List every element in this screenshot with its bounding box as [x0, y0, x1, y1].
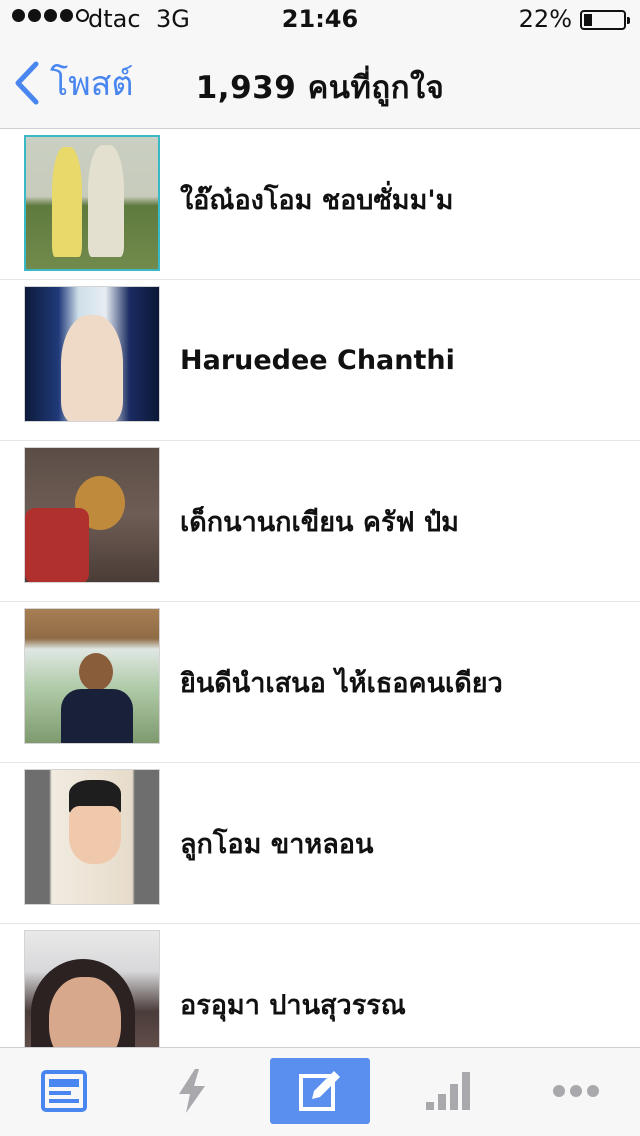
avatar-figure	[79, 653, 113, 691]
tab-bar	[0, 1047, 640, 1136]
avatar	[24, 447, 160, 583]
list-item[interactable]: เด็กนานกเขียน ครัฟ ป๋ม	[0, 441, 640, 602]
stats-bars-icon	[426, 1072, 470, 1110]
lightning-icon	[179, 1069, 205, 1113]
avatar-figure	[52, 147, 82, 257]
likers-list: ใอ๊ณ๋องโอม ชอบซั่มม'ม Haruedee Chanthi เ…	[0, 129, 640, 1047]
tab-stats[interactable]	[398, 1058, 498, 1124]
avatar	[24, 286, 160, 422]
avatar	[24, 769, 160, 905]
news-feed-icon	[41, 1070, 87, 1112]
battery-percent: 22%	[518, 5, 572, 33]
battery-fill	[584, 14, 592, 26]
avatar-figure	[61, 689, 133, 743]
person-name: อรอุมา ปานสุวรรณ	[180, 989, 406, 1021]
list-item[interactable]: Haruedee Chanthi	[0, 280, 640, 441]
person-name: ยินดีนำเสนอ ไห้เธอคนเดียว	[180, 667, 503, 699]
tab-activity[interactable]	[142, 1058, 242, 1124]
more-dots-icon	[553, 1085, 599, 1097]
list-item[interactable]: ใอ๊ณ๋องโอม ชอบซั่มม'ม	[0, 129, 640, 280]
status-bar: dtac 3G 21:46 22%	[0, 0, 640, 40]
tab-more[interactable]	[526, 1058, 626, 1124]
person-name: ใอ๊ณ๋องโอม ชอบซั่มม'ม	[180, 184, 454, 216]
battery-icon	[580, 10, 630, 30]
navigation-bar: โพสต์ 1,939 คนที่ถูกใจ	[0, 40, 640, 128]
page-title: 1,939 คนที่ถูกใจ	[195, 70, 445, 106]
list-item[interactable]: ลูกโอม ขาหลอน	[0, 763, 640, 924]
avatar-figure	[69, 806, 121, 864]
avatar-figure	[61, 315, 123, 421]
avatar	[24, 930, 160, 1047]
person-name: ลูกโอม ขาหลอน	[180, 828, 374, 860]
avatar-figure	[88, 145, 124, 257]
avatar	[24, 608, 160, 744]
compose-icon	[299, 1071, 340, 1111]
avatar-figure	[25, 508, 89, 582]
person-name: Haruedee Chanthi	[180, 344, 455, 376]
list-item[interactable]: อรอุมา ปานสุวรรณ	[0, 924, 640, 1047]
person-name: เด็กนานกเขียน ครัฟ ป๋ม	[180, 506, 459, 538]
avatar	[24, 135, 160, 271]
list-item[interactable]: ยินดีนำเสนอ ไห้เธอคนเดียว	[0, 602, 640, 763]
avatar-figure	[49, 977, 121, 1047]
tab-news-feed[interactable]	[14, 1058, 114, 1124]
tab-compose[interactable]	[270, 1058, 370, 1124]
top-bar: dtac 3G 21:46 22% โพสต์ 1,939 คนที่ถูกใจ	[0, 0, 640, 129]
